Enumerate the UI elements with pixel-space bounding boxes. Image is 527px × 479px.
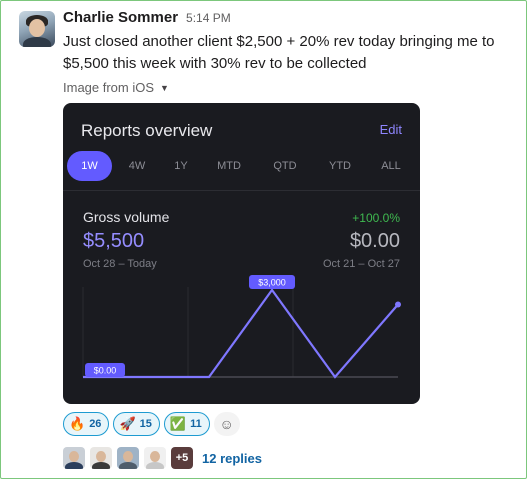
replies-link[interactable]: 12 replies [202, 451, 262, 466]
attachment-label-text: Image from iOS [63, 80, 155, 95]
card-divider [63, 190, 420, 191]
caret-down-icon[interactable]: ▼ [160, 83, 169, 93]
report-title: Reports overview [81, 121, 213, 140]
add-emoji-icon: ☺ [219, 416, 234, 432]
reaction-fire[interactable]: 🔥 26 [63, 412, 110, 436]
gross-volume-chart: $3,000 $0.00 [82, 275, 401, 379]
avatar [90, 447, 112, 469]
avatar [117, 447, 139, 469]
max-value-label: $3,000 [249, 275, 295, 289]
tab-all: ALL [381, 160, 401, 172]
min-value-label: $0.00 [85, 363, 125, 377]
tab-1y: 1Y [174, 160, 188, 172]
edit-link: Edit [379, 122, 402, 137]
metric-change: +100.0% [352, 211, 400, 225]
tab-4w: 4W [128, 160, 146, 172]
rocket-icon: 🚀 [119, 416, 136, 431]
previous-value: $0.00 [349, 230, 400, 252]
fire-icon: 🔥 [69, 416, 86, 431]
avatar [63, 447, 85, 469]
sender-name[interactable]: Charlie Sommer [63, 9, 178, 26]
sender-avatar[interactable] [19, 11, 55, 47]
data-point [395, 301, 401, 308]
previous-range: Oct 21 – Oct 27 [322, 258, 400, 270]
more-participants-badge: +5 [171, 447, 193, 469]
reaction-count: 26 [89, 418, 102, 430]
svg-text:$3,000: $3,000 [258, 278, 286, 288]
thread-summary[interactable]: +5 12 replies [63, 447, 262, 469]
avatar [144, 447, 166, 469]
period-tabs: 1W 4W 1Y MTD QTD YTD ALL [67, 151, 416, 183]
series-line [83, 288, 399, 379]
reaction-check[interactable]: ✅ 11 [163, 412, 210, 436]
svg-text:$0.00: $0.00 [94, 366, 117, 376]
message-timestamp[interactable]: 5:14 PM [186, 11, 231, 25]
add-reaction-button[interactable]: ☺ [213, 412, 240, 436]
tab-mtd: MTD [217, 160, 241, 172]
metric-label: Gross volume [83, 209, 170, 225]
reactions-bar: 🔥 26 🚀 15 ✅ 11 ☺ [63, 412, 240, 436]
tab-1w: 1W [67, 151, 112, 181]
reaction-count: 15 [139, 418, 152, 430]
attachment-label[interactable]: Image from iOS ▼ [63, 80, 169, 95]
tab-ytd: YTD [329, 160, 351, 172]
report-image[interactable]: Reports overview Edit 1W 4W 1Y MTD QTD Y… [63, 103, 420, 404]
reaction-count: 11 [190, 418, 202, 430]
current-value: $5,500 [83, 230, 145, 252]
message-header: Charlie Sommer 5:14 PM [63, 9, 231, 26]
message-text: Just closed another client $2,500 + 20% … [63, 33, 495, 72]
check-mark-icon: ✅ [169, 416, 187, 431]
reaction-rocket[interactable]: 🚀 15 [113, 412, 160, 436]
tab-qtd: QTD [273, 160, 297, 172]
current-range: Oct 28 – Today [83, 258, 157, 270]
